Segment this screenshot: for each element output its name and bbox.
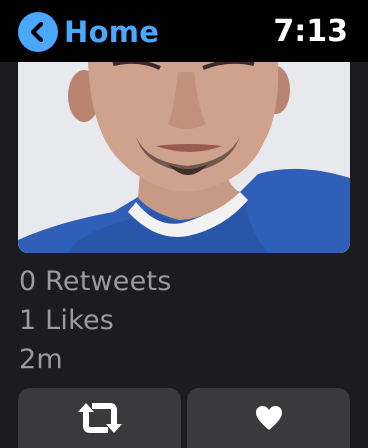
status-bar: Home 7:13	[0, 0, 368, 62]
retweet-count: 0 Retweets	[19, 266, 172, 297]
clock: 7:13	[273, 14, 348, 49]
profile-photo	[18, 62, 350, 253]
chevron-left-icon	[18, 12, 58, 52]
tweet-image[interactable]	[18, 62, 350, 253]
tweet-detail: 0 Retweets 1 Likes 2m	[0, 62, 368, 448]
retweet-icon	[77, 403, 122, 433]
tweet-age: 2m	[19, 344, 63, 375]
back-label: Home	[64, 15, 160, 49]
heart-icon	[255, 406, 282, 430]
like-count: 1 Likes	[19, 305, 115, 336]
like-button[interactable]	[187, 388, 350, 448]
retweet-button[interactable]	[18, 388, 181, 448]
back-button[interactable]: Home	[18, 12, 159, 52]
